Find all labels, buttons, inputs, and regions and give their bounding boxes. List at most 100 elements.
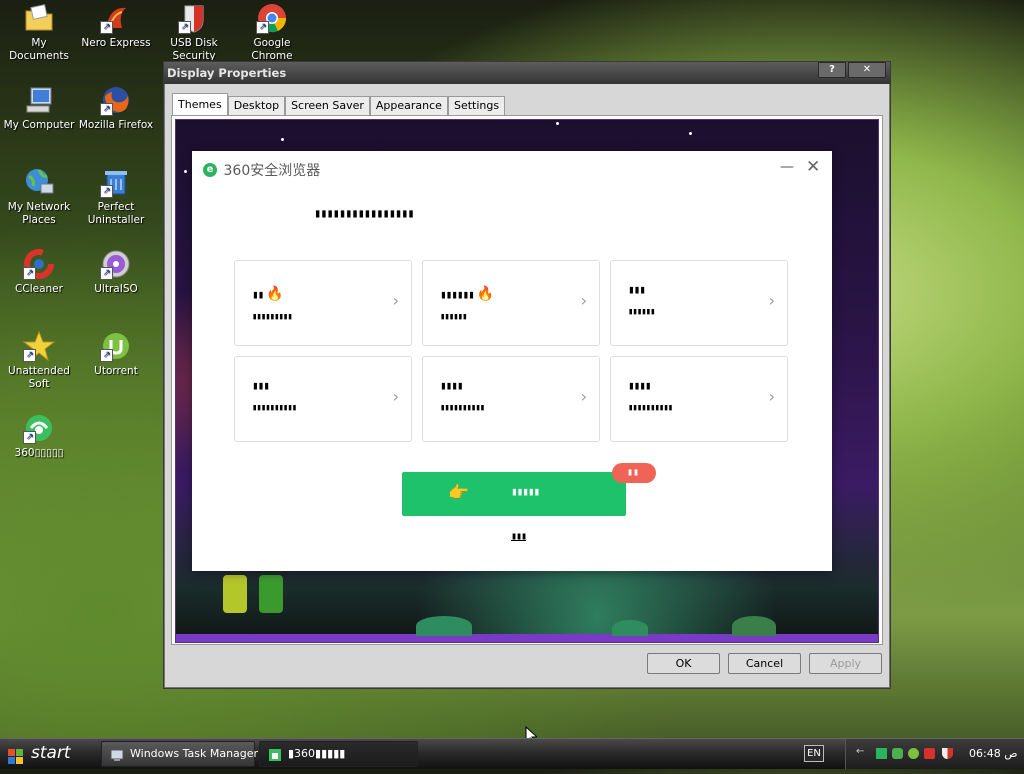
taskbar-item-label: Windows Task Manager <box>130 747 259 760</box>
tray-antivirus-icon[interactable] <box>924 748 935 759</box>
star-decoration <box>184 170 187 173</box>
option-card-title: ▮▮▮▮ <box>628 379 651 392</box>
360-logo-icon: e <box>203 163 217 177</box>
star-decoration <box>689 132 692 135</box>
desktop-icon-my-documents[interactable]: My Documents <box>0 2 78 63</box>
desktop-icon-label: Unattended Soft <box>8 365 70 390</box>
desktop-icon-unattended-soft[interactable]: ↗ Unattended Soft <box>0 330 78 391</box>
taskbar-item-360-browser[interactable]: ▮360▮▮▮▮▮ <box>259 741 418 767</box>
primary-action-label: ▮▮▮▮▮ <box>511 485 540 498</box>
desktop-icon-usb-disk-security[interactable]: ↗ USB Disk Security <box>155 2 233 60</box>
windows-flag-icon <box>8 746 24 764</box>
option-card[interactable]: ▮▮▮ ▮▮▮▮▮▮▮▮▮▮ › <box>234 356 412 442</box>
utorrent-icon: ↗ <box>100 330 132 362</box>
display-properties-titlebar[interactable]: Display Properties ? ✕ <box>164 62 890 84</box>
ccleaner-icon: ↗ <box>23 248 55 280</box>
start-label: start <box>31 743 71 763</box>
shortcut-arrow-icon: ↗ <box>100 349 113 362</box>
option-card-subtitle: ▮▮▮▮▮▮ <box>628 307 655 317</box>
option-card-title: ▮▮▮▮ <box>440 379 463 392</box>
close-icon: ✕ <box>806 157 821 177</box>
preview-bush <box>612 620 648 636</box>
desktop-icon-my-network-places[interactable]: My Network Places <box>0 166 78 227</box>
dialog-close-button[interactable]: ✕ <box>806 158 822 176</box>
pointing-hand-icon: 👉 <box>448 483 470 503</box>
network-places-icon <box>23 166 55 198</box>
tray-utorrent-icon[interactable] <box>908 748 919 759</box>
ok-button[interactable]: OK <box>647 653 720 674</box>
desktop-icon-utorrent[interactable]: ↗ Utorrent <box>77 330 155 378</box>
desktop-icon-nero-express[interactable]: ↗ Nero Express <box>77 2 155 50</box>
desktop-icon-label: Perfect Uninstaller <box>87 201 145 226</box>
option-card-title: ▮▮▮▮▮▮ 🔥 <box>440 286 494 302</box>
desktop-icon-ultraiso[interactable]: ↗ UltraISO <box>77 248 155 296</box>
secondary-link[interactable]: ▮▮▮ <box>511 531 527 542</box>
usb-disk-security-icon: ↗ <box>178 2 210 34</box>
desktop-icon-label: Utorrent <box>94 365 138 377</box>
tab-screen-saver[interactable]: Screen Saver <box>285 96 370 115</box>
option-card-title: ▮▮▮ <box>628 283 646 296</box>
tray-shield-icon[interactable] <box>942 748 953 759</box>
browser-popup-dialog: e 360安全浏览器 — ✕ ▮▮▮▮▮▮▮▮▮▮▮▮▮▮▮▮ ▮▮ 🔥 ▮▮▮▮… <box>192 151 832 571</box>
shortcut-arrow-icon: ↗ <box>100 103 113 116</box>
chevron-right-icon: › <box>580 387 587 406</box>
option-card-title: ▮▮ 🔥 <box>252 286 284 302</box>
taskbar-item-label: ▮360▮▮▮▮▮ <box>288 747 346 760</box>
desktop-icon-label: 360▯▯▯▯▯ <box>14 447 64 459</box>
option-card[interactable]: ▮▮ 🔥 ▮▮▮▮▮▮▮▮▮ › <box>234 260 412 346</box>
chrome-icon: ↗ <box>256 2 288 34</box>
tab-strip: Themes Desktop Screen Saver Appearance S… <box>172 93 506 115</box>
star-decoration <box>556 122 559 125</box>
option-card-subtitle: ▮▮▮▮▮▮▮▮▮▮ <box>252 403 297 413</box>
shortcut-arrow-icon: ↗ <box>23 349 36 362</box>
option-card[interactable]: ▮▮▮▮▮▮ 🔥 ▮▮▮▮▮▮ › <box>422 260 600 346</box>
minimize-icon: — <box>780 159 794 175</box>
tray-green-square-icon[interactable] <box>876 748 887 759</box>
chevron-right-icon: › <box>580 291 587 310</box>
desktop-icon-ccleaner[interactable]: ↗ CCleaner <box>0 248 78 296</box>
desktop-icon-label: Mozilla Firefox <box>78 119 154 131</box>
fire-icon: 🔥 <box>476 286 494 302</box>
folder-documents-icon <box>23 2 55 34</box>
tray-network-icon[interactable] <box>892 748 903 759</box>
chevron-right-icon: › <box>768 291 775 310</box>
shortcut-arrow-icon: ↗ <box>178 21 191 34</box>
desktop-icon-label: My Network Places <box>7 201 71 226</box>
option-card-subtitle: ▮▮▮▮▮▮▮▮▮▮ <box>440 403 485 413</box>
desktop-icon-perfect-uninstaller[interactable]: ↗ Perfect Uninstaller <box>77 166 155 227</box>
option-card[interactable]: ▮▮▮ ▮▮▮▮▮▮ › <box>610 260 788 346</box>
option-card[interactable]: ▮▮▮▮ ▮▮▮▮▮▮▮▮▮▮ › <box>422 356 600 442</box>
desktop-icon-label: My Computer <box>3 119 75 131</box>
shortcut-arrow-icon: ↗ <box>23 431 36 444</box>
360-browser-task-icon <box>268 747 282 761</box>
option-card-title: ▮▮▮ <box>252 379 270 392</box>
taskbar-item-task-manager[interactable]: Windows Task Manager <box>101 741 259 767</box>
primary-action-button[interactable]: 👉 ▮▮▮▮▮ <box>402 472 626 516</box>
arrow-left-icon[interactable]: ← <box>856 746 867 757</box>
tab-themes[interactable]: Themes <box>172 93 228 115</box>
firefox-icon: ↗ <box>100 84 132 116</box>
desktop-icon-label: CCleaner <box>15 283 63 295</box>
unattended-soft-icon: ↗ <box>22 330 56 362</box>
desktop-icon-360-browser[interactable]: ↗ 360▯▯▯▯▯ <box>0 412 78 460</box>
desktop-icon-google-chrome[interactable]: ↗ Google Chrome <box>233 2 311 63</box>
option-card[interactable]: ▮▮▮▮ ▮▮▮▮▮▮▮▮▮▮ › <box>610 356 788 442</box>
preview-bush <box>416 616 472 636</box>
help-button[interactable]: ? <box>818 62 846 78</box>
start-button[interactable]: start <box>0 739 90 769</box>
minimize-button[interactable]: — <box>780 159 794 175</box>
tab-appearance[interactable]: Appearance <box>369 96 448 115</box>
taskbar: start Windows Task Manager ▮360▮▮▮▮▮ EN … <box>0 738 1024 769</box>
language-indicator[interactable]: EN <box>804 745 824 762</box>
apply-button[interactable]: Apply <box>809 653 882 674</box>
desktop-icon-my-computer[interactable]: My Computer <box>0 84 78 132</box>
tab-desktop[interactable]: Desktop <box>227 96 286 115</box>
dialog-heading: ▮▮▮▮▮▮▮▮▮▮▮▮▮▮▮▮ <box>314 206 415 220</box>
tab-settings[interactable]: Settings <box>447 96 506 115</box>
close-button[interactable]: ✕ <box>848 62 886 78</box>
nero-express-icon: ↗ <box>100 2 132 34</box>
chevron-right-icon: › <box>392 387 399 406</box>
cancel-button[interactable]: Cancel <box>728 653 801 674</box>
desktop-icon-mozilla-firefox[interactable]: ↗ Mozilla Firefox <box>77 84 155 132</box>
promo-badge: ▮▮ <box>612 463 656 483</box>
